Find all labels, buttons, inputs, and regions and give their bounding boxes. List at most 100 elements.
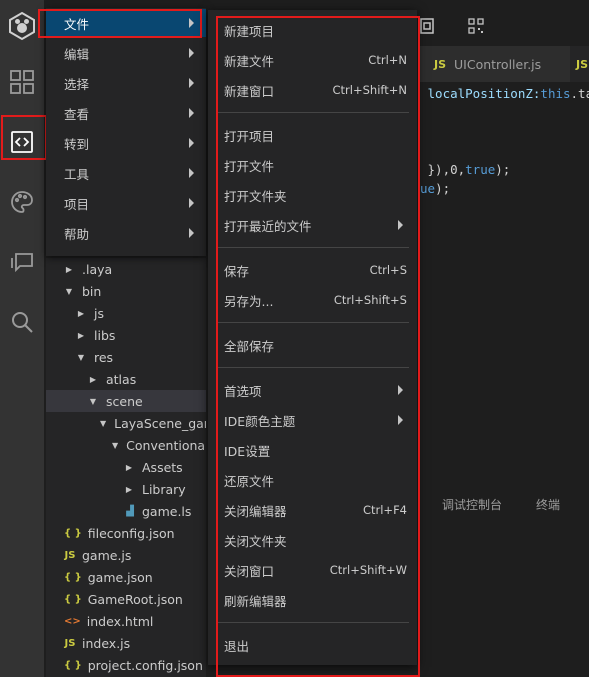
tree-item[interactable]: { } fileconfig.json (46, 522, 206, 544)
chevron-right-icon: ▶ (125, 462, 133, 472)
file-menu-item[interactable]: 新建窗口 Ctrl+Shift+N (208, 75, 417, 105)
tab-terminal[interactable]: 终端 (536, 496, 560, 513)
tree-item[interactable]: ▼ bin (46, 280, 206, 302)
json-file-icon: { } (64, 527, 82, 539)
file-menu-item-label: 还原文件 (224, 473, 275, 489)
file-menu-item[interactable]: 首选项 (208, 375, 417, 405)
tree-item[interactable]: <> index.html (46, 610, 206, 632)
menu-help[interactable]: 帮助 (46, 219, 206, 247)
tree-item[interactable]: { } GameRoot.json (46, 588, 206, 610)
file-menu-item[interactable]: 退出 (208, 630, 417, 660)
code-token: this (540, 86, 571, 101)
file-menu-item-label: 另存为... (224, 293, 274, 309)
file-menu-item[interactable]: 新建文件 Ctrl+N (208, 45, 417, 75)
file-menu-item-label: 新建窗口 (224, 83, 275, 99)
js-file-icon: JS (64, 637, 76, 649)
menu-edit[interactable]: 编辑 (46, 39, 206, 67)
chevron-right-icon (189, 48, 194, 58)
file-menu-item[interactable]: 刷新编辑器 (208, 585, 417, 615)
code-view-icon[interactable] (0, 122, 44, 162)
tree-item[interactable]: ▼ res (46, 346, 206, 368)
chevron-right-icon (398, 385, 403, 395)
tree-item[interactable]: JS index.js (46, 632, 206, 654)
file-menu-item[interactable]: 打开文件 (208, 150, 417, 180)
code-token: true (465, 162, 496, 177)
laya-logo-icon[interactable] (0, 6, 44, 46)
tree-item[interactable]: ▼ LayaScene_gam (46, 412, 206, 434)
tree-item-label: res (94, 349, 114, 365)
tree-item[interactable]: ▼ scene (46, 390, 206, 412)
main-menu: 文件编辑 选择 查看 转到工具项目 帮助 (46, 8, 206, 256)
editor-title-actions (420, 10, 589, 42)
menu-view[interactable]: 查看 (46, 99, 206, 127)
code-token: .ta (570, 86, 589, 101)
tab-debug-console[interactable]: 调试控制台 (442, 496, 502, 513)
menu-tools[interactable]: 工具 (46, 159, 206, 187)
tab-next[interactable]: JS (570, 46, 589, 82)
tree-item[interactable]: ▟ game.ls (46, 500, 206, 522)
code-line: localPositionZ:this.ta (420, 86, 589, 101)
html-file-icon: <> (64, 615, 81, 627)
tree-item[interactable]: { } game.json (46, 566, 206, 588)
tree-item[interactable]: ▶ libs (46, 324, 206, 346)
file-menu-item[interactable]: 关闭窗口 Ctrl+Shift+W (208, 555, 417, 585)
split-editor-icon[interactable] (420, 18, 434, 34)
tree-item-label: project.config.json (87, 657, 203, 673)
file-menu-item[interactable]: 保存 Ctrl+S (208, 255, 417, 285)
file-menu-item-label: 关闭文件夹 (224, 533, 287, 549)
code-token: ue (420, 181, 436, 196)
file-menu-item[interactable]: IDE颜色主题 (208, 405, 417, 435)
tree-item[interactable]: { } project.config.json (46, 654, 206, 676)
menu-item-label: 文件 (64, 16, 90, 32)
tree-item-label: bin (82, 283, 102, 299)
file-menu-item[interactable]: 打开最近的文件 (208, 210, 417, 240)
menu-select[interactable]: 选择 (46, 69, 206, 97)
menu-goto[interactable]: 转到 (46, 129, 206, 157)
menu-file[interactable]: 文件 (46, 9, 206, 37)
file-menu-item[interactable]: 打开项目 (208, 120, 417, 150)
chat-icon[interactable] (0, 242, 44, 282)
menu-item-label: 工具 (64, 166, 90, 182)
js-file-icon: JS (64, 549, 76, 561)
file-menu-item-label: 全部保存 (224, 338, 275, 354)
tab-uicontroller[interactable]: JS UIController.js (420, 46, 570, 82)
file-menu-item[interactable]: 新建项目 (208, 15, 417, 45)
file-menu-item-label: 打开文件夹 (224, 188, 287, 204)
tree-item[interactable]: ▶ atlas (46, 368, 206, 390)
file-menu-item[interactable]: 另存为... Ctrl+Shift+S (208, 285, 417, 315)
tree-item[interactable]: ▶ .laya (46, 258, 206, 280)
file-menu-item[interactable]: 关闭文件夹 (208, 525, 417, 555)
file-menu-item[interactable]: 关闭编辑器 Ctrl+F4 (208, 495, 417, 525)
tree-item-label: fileconfig.json (87, 525, 175, 541)
tree-item-label: .laya (82, 261, 113, 277)
explorer-grid-icon[interactable] (0, 62, 44, 102)
tree-item[interactable]: ▶ js (46, 302, 206, 324)
tree-item-label: js (94, 305, 104, 321)
js-file-icon: JS (576, 57, 589, 71)
tree-item[interactable]: ▼ Conventional (46, 434, 206, 456)
search-icon[interactable] (0, 302, 44, 342)
file-menu-item-label: 新建项目 (224, 23, 275, 39)
chevron-right-icon: ▶ (77, 308, 85, 318)
qrcode-icon[interactable] (468, 18, 484, 34)
chevron-right-icon (189, 108, 194, 118)
file-menu-item[interactable]: 全部保存 (208, 330, 417, 360)
shortcut-label: Ctrl+S (369, 263, 407, 277)
chevron-right-icon: ▶ (125, 484, 133, 494)
js-file-icon: JS (434, 57, 447, 71)
menu-project[interactable]: 项目 (46, 189, 206, 217)
menu-separator (216, 112, 409, 113)
file-menu-item[interactable]: IDE设置 (208, 435, 417, 465)
file-menu-item-label: 打开文件 (224, 158, 275, 174)
file-menu-item[interactable]: 打开文件夹 (208, 180, 417, 210)
file-menu-item[interactable]: 还原文件 (208, 465, 417, 495)
tree-item[interactable]: ▶ Assets (46, 456, 206, 478)
ls-file-icon: ▟ (126, 505, 134, 517)
file-menu-item-label: 关闭编辑器 (224, 503, 287, 519)
code-token: ); (435, 181, 451, 196)
chevron-right-icon (398, 415, 403, 425)
file-menu-item-label: 关闭窗口 (224, 563, 275, 579)
tree-item[interactable]: JS game.js (46, 544, 206, 566)
tree-item[interactable]: ▶ Library (46, 478, 206, 500)
palette-icon[interactable] (0, 182, 44, 222)
